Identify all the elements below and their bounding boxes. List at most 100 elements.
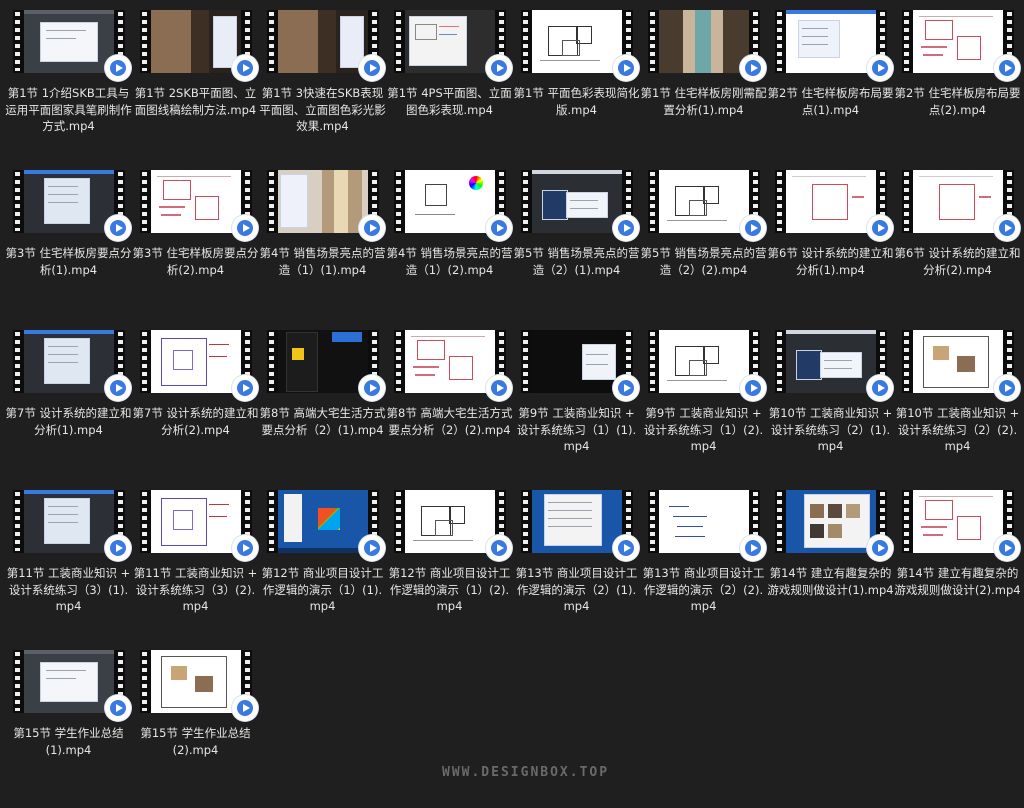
- video-thumbnail[interactable]: [902, 10, 1020, 81]
- video-thumbnail[interactable]: [648, 10, 766, 81]
- video-thumbnail[interactable]: [140, 650, 258, 721]
- thumbnail-frame: [532, 330, 622, 393]
- file-name: 第11节 工装商业知识 + 设计系统练习（3）(1).mp4: [6, 566, 131, 613]
- thumbnail-frame: [24, 170, 114, 233]
- file-item[interactable]: 第6节 设计系统的建立和分析(2).mp4: [894, 168, 1021, 328]
- video-thumbnail[interactable]: [521, 170, 639, 241]
- file-item[interactable]: 第1节 1介绍SKB工具与运用平面图家具笔刷制作方式.mp4: [5, 8, 132, 168]
- file-item[interactable]: 第10节 工装商业知识 + 设计系统练习（2）(1).mp4: [767, 328, 894, 488]
- video-thumbnail[interactable]: [394, 490, 512, 561]
- file-item[interactable]: 第4节 销售场景亮点的营造（1）(2).mp4: [386, 168, 513, 328]
- file-item[interactable]: 第1节 住宅样板房刚需配置分析(1).mp4: [640, 8, 767, 168]
- file-name: 第7节 设计系统的建立和分析(1).mp4: [5, 406, 132, 437]
- video-thumbnail[interactable]: [140, 10, 258, 81]
- file-item[interactable]: 第1节 3快速在SKB表现平面图、立面图色彩光影效果.mp4: [259, 8, 386, 168]
- film-strip-left: [13, 172, 22, 231]
- file-item[interactable]: 第12节 商业项目设计工作逻辑的演示（1）(1).mp4: [259, 488, 386, 648]
- player-play-icon: [867, 55, 893, 81]
- video-thumbnail[interactable]: [902, 170, 1020, 241]
- file-item[interactable]: 第1节 平面色彩表现简化版.mp4: [513, 8, 640, 168]
- thumbnail-frame: [532, 170, 622, 233]
- file-item[interactable]: 第11节 工装商业知识 + 设计系统练习（3）(1).mp4: [5, 488, 132, 648]
- thumbnail-frame: [913, 490, 1003, 553]
- thumbnail-frame: [151, 170, 241, 233]
- file-name: 第1节 2SKB平面图、立面图线稿绘制方法.mp4: [134, 86, 257, 117]
- thumbnail-frame: [24, 10, 114, 73]
- video-thumbnail[interactable]: [13, 650, 131, 721]
- film-strip-left: [267, 12, 276, 71]
- player-play-icon: [867, 375, 893, 401]
- player-play-icon: [486, 375, 512, 401]
- video-thumbnail[interactable]: [13, 330, 131, 401]
- video-thumbnail[interactable]: [13, 490, 131, 561]
- file-item[interactable]: 第2节 住宅样板房布局要点(1).mp4: [767, 8, 894, 168]
- video-thumbnail[interactable]: [775, 490, 893, 561]
- video-thumbnail[interactable]: [648, 170, 766, 241]
- video-thumbnail[interactable]: [267, 10, 385, 81]
- player-play-icon: [486, 215, 512, 241]
- film-strip-left: [394, 332, 403, 391]
- file-grid: 第1节 1介绍SKB工具与运用平面图家具笔刷制作方式.mp4 第1节 2SKB平面…: [5, 8, 1021, 808]
- film-strip-left: [775, 332, 784, 391]
- file-item[interactable]: 第15节 学生作业总结(2).mp4: [132, 648, 259, 808]
- video-thumbnail[interactable]: [394, 10, 512, 81]
- file-item[interactable]: 第5节 销售场景亮点的营造（2）(2).mp4: [640, 168, 767, 328]
- video-thumbnail[interactable]: [267, 170, 385, 241]
- film-strip-left: [394, 12, 403, 71]
- film-strip-left: [394, 492, 403, 551]
- file-item[interactable]: 第4节 销售场景亮点的营造（1）(1).mp4: [259, 168, 386, 328]
- file-item[interactable]: 第10节 工装商业知识 + 设计系统练习（2）(2).mp4: [894, 328, 1021, 488]
- player-play-icon: [867, 535, 893, 561]
- player-play-icon: [359, 215, 385, 241]
- file-item[interactable]: 第9节 工装商业知识 + 设计系统练习（1）(1).mp4: [513, 328, 640, 488]
- file-item[interactable]: 第8节 高端大宅生活方式要点分析（2）(2).mp4: [386, 328, 513, 488]
- video-thumbnail[interactable]: [521, 10, 639, 81]
- file-item[interactable]: 第1节 4PS平面图、立面图色彩表现.mp4: [386, 8, 513, 168]
- file-item[interactable]: 第9节 工装商业知识 + 设计系统练习（1）(2).mp4: [640, 328, 767, 488]
- file-item[interactable]: 第7节 设计系统的建立和分析(1).mp4: [5, 328, 132, 488]
- file-item[interactable]: 第15节 学生作业总结(1).mp4: [5, 648, 132, 808]
- file-name: 第1节 平面色彩表现简化版.mp4: [513, 86, 640, 117]
- video-thumbnail[interactable]: [902, 490, 1020, 561]
- video-thumbnail[interactable]: [140, 490, 258, 561]
- file-item[interactable]: 第11节 工装商业知识 + 设计系统练习（3）(2).mp4: [132, 488, 259, 648]
- file-item[interactable]: 第13节 商业项目设计工作逻辑的演示（2）(2).mp4: [640, 488, 767, 648]
- file-item[interactable]: 第2节 住宅样板房布局要点(2).mp4: [894, 8, 1021, 168]
- thumbnail-frame: [913, 330, 1003, 393]
- player-play-icon: [232, 375, 258, 401]
- video-thumbnail[interactable]: [394, 330, 512, 401]
- file-item[interactable]: 第3节 住宅样板房要点分析(1).mp4: [5, 168, 132, 328]
- video-thumbnail[interactable]: [521, 490, 639, 561]
- video-thumbnail[interactable]: [13, 170, 131, 241]
- video-thumbnail[interactable]: [775, 170, 893, 241]
- file-name: 第15节 学生作业总结(1).mp4: [13, 726, 124, 757]
- file-item[interactable]: 第5节 销售场景亮点的营造（2）(1).mp4: [513, 168, 640, 328]
- video-thumbnail[interactable]: [775, 10, 893, 81]
- video-thumbnail[interactable]: [140, 170, 258, 241]
- video-thumbnail[interactable]: [140, 330, 258, 401]
- file-name: 第2节 住宅样板房布局要点(1).mp4: [767, 86, 894, 117]
- film-strip-left: [267, 332, 276, 391]
- file-item[interactable]: 第3节 住宅样板房要点分析(2).mp4: [132, 168, 259, 328]
- file-item[interactable]: 第12节 商业项目设计工作逻辑的演示（1）(2).mp4: [386, 488, 513, 648]
- player-play-icon: [740, 215, 766, 241]
- file-item[interactable]: 第14节 建立有趣复杂的游戏规则做设计(2).mp4: [894, 488, 1021, 648]
- file-item[interactable]: 第1节 2SKB平面图、立面图线稿绘制方法.mp4: [132, 8, 259, 168]
- video-thumbnail[interactable]: [902, 330, 1020, 401]
- player-play-icon: [994, 55, 1020, 81]
- video-thumbnail[interactable]: [775, 330, 893, 401]
- video-thumbnail[interactable]: [521, 330, 639, 401]
- video-thumbnail[interactable]: [267, 330, 385, 401]
- thumbnail-frame: [405, 170, 495, 233]
- file-item[interactable]: 第7节 设计系统的建立和分析(2).mp4: [132, 328, 259, 488]
- video-thumbnail[interactable]: [394, 170, 512, 241]
- video-thumbnail[interactable]: [648, 490, 766, 561]
- video-thumbnail[interactable]: [267, 490, 385, 561]
- file-item[interactable]: 第14节 建立有趣复杂的游戏规则做设计(1).mp4: [767, 488, 894, 648]
- video-thumbnail[interactable]: [648, 330, 766, 401]
- file-item[interactable]: 第8节 高端大宅生活方式要点分析（2）(1).mp4: [259, 328, 386, 488]
- file-item[interactable]: 第13节 商业项目设计工作逻辑的演示（2）(1).mp4: [513, 488, 640, 648]
- file-item[interactable]: 第6节 设计系统的建立和分析(1).mp4: [767, 168, 894, 328]
- thumbnail-frame: [786, 10, 876, 73]
- video-thumbnail[interactable]: [13, 10, 131, 81]
